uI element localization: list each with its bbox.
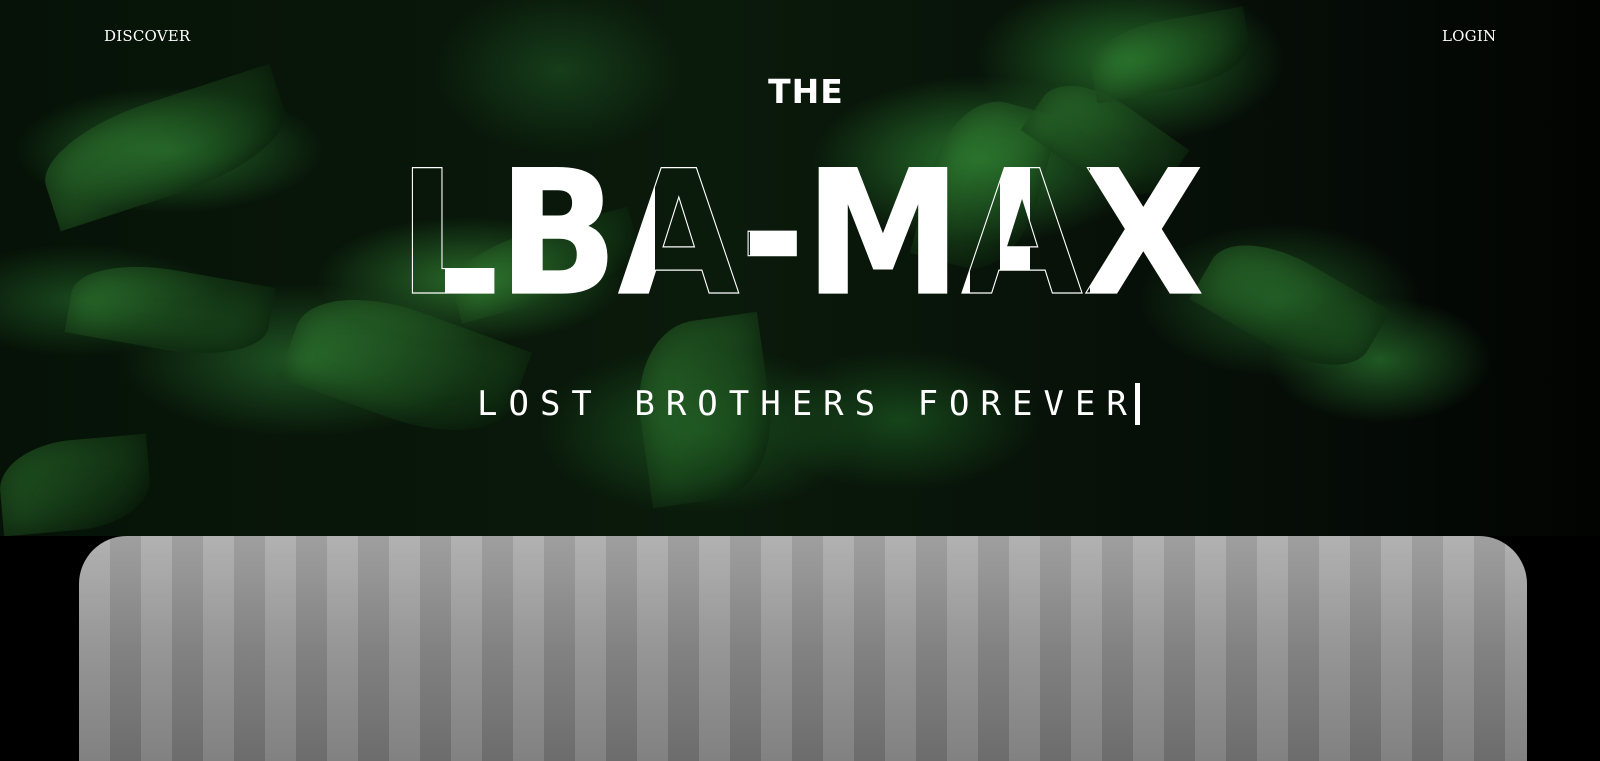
leaf-decoration — [1189, 221, 1391, 389]
title-graphic: LBA-MAX LBA-MAX — [400, 160, 1205, 300]
leaf-decoration — [0, 433, 154, 536]
discover-link[interactable]: DISCOVER — [104, 27, 190, 45]
hero-section: DISCOVER LOGIN THE LBA-MAX LBA-MAX LOST … — [0, 0, 1600, 536]
login-link[interactable]: LOGIN — [1442, 27, 1496, 45]
main-title: LBA-MAX LBA-MAX — [400, 160, 1210, 300]
panel-stripes — [79, 536, 1527, 761]
tagline: LOST BROTHERS FOREVER — [477, 384, 1138, 424]
typing-cursor — [1135, 383, 1140, 425]
content-panel — [79, 536, 1527, 761]
leaf-decoration — [64, 253, 276, 367]
pre-title: THE — [768, 72, 844, 111]
